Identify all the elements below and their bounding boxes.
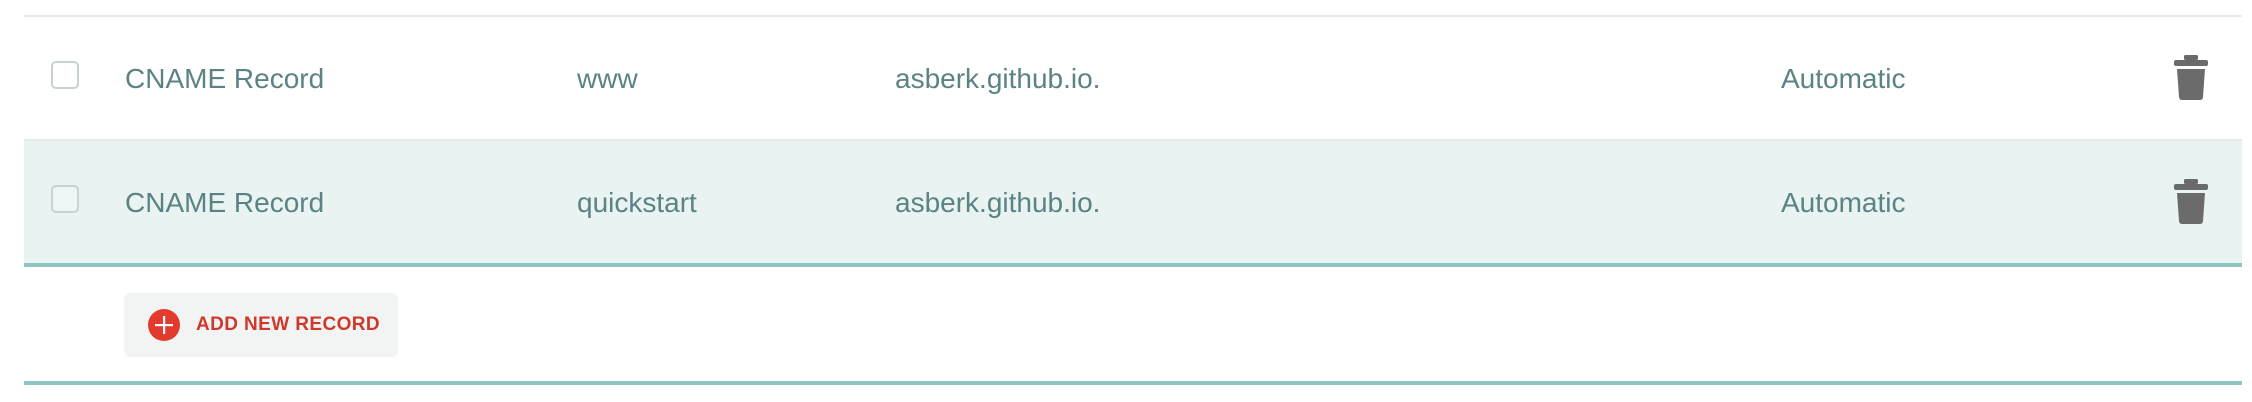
record-value-cell: asberk.github.io. [895,187,1101,218]
plus-circle-icon [148,309,180,341]
record-ttl-cell: Automatic [1781,187,1906,218]
record-type-cell: CNAME Record [125,63,325,94]
record-type-cell: CNAME Record [125,187,325,218]
record-ttl-cell: Automatic [1781,63,1906,94]
table-row: CNAME Record quickstart asberk.github.io… [24,141,2242,265]
table-row: CNAME Record www asberk.github.io. Autom… [24,17,2242,141]
record-host-cell: www [577,63,638,94]
row-select-checkbox[interactable] [51,185,79,213]
row-select-checkbox[interactable] [51,61,79,89]
add-new-record-button[interactable]: ADD NEW RECORD [124,293,398,357]
table-bottom-border [24,263,2242,267]
record-value-cell: asberk.github.io. [895,63,1101,94]
section-bottom-border [24,381,2242,385]
add-new-record-label: ADD NEW RECORD [196,314,380,335]
delete-record-button[interactable] [2171,177,2211,225]
trash-icon [2174,179,2208,224]
delete-record-button[interactable] [2171,53,2211,101]
trash-icon [2174,55,2208,100]
record-host-cell: quickstart [577,187,697,218]
